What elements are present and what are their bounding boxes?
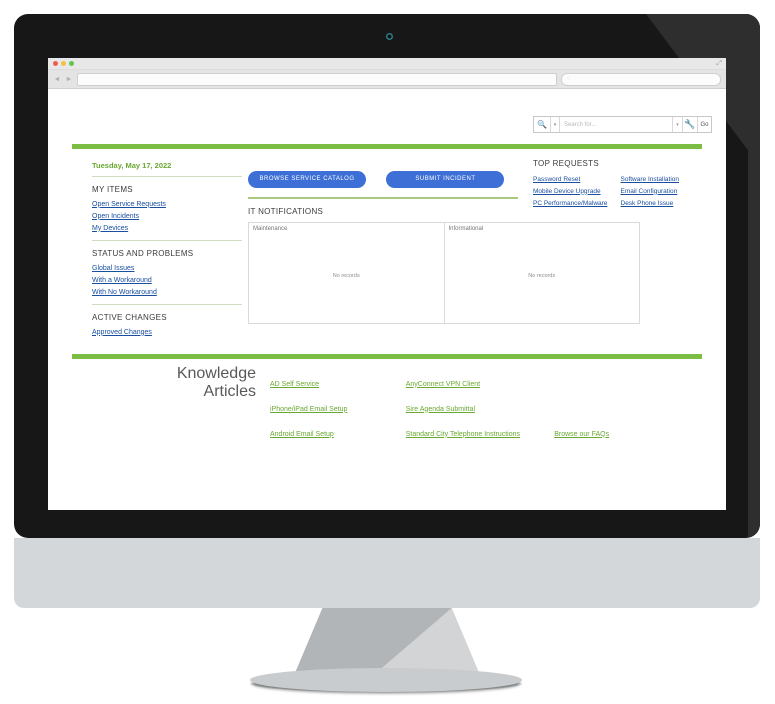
knowledge-title-line-2: Articles xyxy=(203,383,256,400)
sidebar-group-active-changes: ACTIVE CHANGES Approved Changes xyxy=(92,311,242,342)
kb-link-standard-city-telephone-instructions[interactable]: Standard City Telephone Instructions xyxy=(406,431,520,438)
knowledge-articles-title: Knowledge Articles xyxy=(158,365,256,401)
top-request-pc-performance-malware[interactable]: PC Performance/Malware xyxy=(533,197,621,209)
search-go-button[interactable]: Go xyxy=(698,117,711,132)
sidebar-item-my-devices[interactable]: My Devices xyxy=(92,222,242,234)
browser-toolbar: ◄ ► ◌ xyxy=(48,70,726,89)
minimize-icon[interactable] xyxy=(61,61,66,66)
notifications-column-informational: Informational No records xyxy=(445,223,640,323)
column-header: Informational xyxy=(448,226,484,232)
forward-arrow-icon[interactable]: ► xyxy=(65,76,73,83)
sidebar-divider xyxy=(92,304,242,305)
monitor-chin xyxy=(14,538,760,608)
top-green-divider xyxy=(72,144,702,149)
column-header: Maintenance xyxy=(253,226,288,232)
site-search-widget: 🔍 ▾ Search for... ▾ 🔧 Go xyxy=(533,116,712,133)
search-scope-chevron-down-icon[interactable]: ▾ xyxy=(551,117,560,132)
it-notifications-title: IT NOTIFICATIONS xyxy=(248,207,324,216)
sidebar-divider xyxy=(92,240,242,241)
empty-state-text: No records xyxy=(528,273,556,279)
notifications-divider xyxy=(248,197,518,199)
sidebar-item-open-service-requests[interactable]: Open Service Requests xyxy=(92,198,242,210)
sidebar-heading: STATUS AND PROBLEMS xyxy=(92,249,194,258)
kb-link-sire-agenda-submittal[interactable]: Sire Agenda Submittal xyxy=(406,406,475,413)
top-requests-section: TOP REQUESTS Password Reset Mobile Devic… xyxy=(533,159,708,209)
kb-link-android-email-setup[interactable]: Android Email Setup xyxy=(270,431,334,438)
browser-titlebar: ⤢ xyxy=(48,58,726,70)
sidebar-item-global-issues[interactable]: Global Issues xyxy=(92,262,242,274)
sidebar-group-status-and-problems: STATUS AND PROBLEMS Global Issues With a… xyxy=(92,247,242,302)
top-request-password-reset[interactable]: Password Reset xyxy=(533,173,621,185)
browse-service-catalog-button[interactable]: BROWSE SERVICE CATALOG xyxy=(248,170,366,188)
sidebar-item-open-incidents[interactable]: Open Incidents xyxy=(92,210,242,222)
top-requests-column-right: Software Installation Email Configuratio… xyxy=(621,173,709,209)
sidebar-group-my-items: MY ITEMS Open Service Requests Open Inci… xyxy=(92,183,242,238)
wrench-icon[interactable]: 🔧 xyxy=(683,117,698,132)
knowledge-row: iPhone/iPad Email Setup Sire Agenda Subm… xyxy=(270,394,690,419)
top-request-email-configuration[interactable]: Email Configuration xyxy=(621,185,709,197)
webcam-icon xyxy=(386,33,393,40)
top-requests-column-left: Password Reset Mobile Device Upgrade PC … xyxy=(533,173,621,209)
sidebar-heading: ACTIVE CHANGES xyxy=(92,313,167,322)
portal-page: 🔍 ▾ Search for... ▾ 🔧 Go Tuesday, May 17… xyxy=(48,89,726,510)
search-input[interactable]: Search for... xyxy=(560,117,673,132)
notifications-column-maintenance: Maintenance No records xyxy=(249,223,445,323)
monitor-base xyxy=(250,668,522,692)
top-request-software-installation[interactable]: Software Installation xyxy=(621,173,709,185)
back-arrow-icon[interactable]: ◄ xyxy=(53,76,61,83)
knowledge-row: AD Self Service AnyConnect VPN Client xyxy=(270,369,690,394)
close-icon[interactable] xyxy=(53,61,58,66)
sidebar-item-with-a-workaround[interactable]: With a Workaround xyxy=(92,274,242,286)
it-notifications-panel: Maintenance No records Informational No … xyxy=(248,222,640,324)
screenshot-stage: ⤢ ◄ ► ◌ 🔍 ▾ Search for... ▾ 🔧 Go Tuesday… xyxy=(0,0,775,704)
knowledge-row: Android Email Setup Standard City Teleph… xyxy=(270,419,690,444)
browser-search-input[interactable]: ◌ xyxy=(561,72,721,86)
knowledge-articles-grid: AD Self Service AnyConnect VPN Client iP… xyxy=(270,369,690,444)
search-icon: ◌ xyxy=(567,76,571,82)
search-history-chevron-down-icon[interactable]: ▾ xyxy=(673,117,683,132)
bottom-green-divider xyxy=(72,354,702,359)
browser-window: ⤢ ◄ ► ◌ 🔍 ▾ Search for... ▾ 🔧 Go Tuesday… xyxy=(48,58,726,510)
action-button-row: BROWSE SERVICE CATALOG SUBMIT INCIDENT xyxy=(248,167,518,188)
sidebar-item-approved-changes[interactable]: Approved Changes xyxy=(92,326,242,338)
maximize-icon[interactable] xyxy=(69,61,74,66)
resize-handle-icon[interactable]: ⤢ xyxy=(716,59,722,68)
kb-link-ad-self-service[interactable]: AD Self Service xyxy=(270,381,319,388)
top-request-desk-phone-issue[interactable]: Desk Phone Issue xyxy=(621,197,709,209)
top-requests-heading: TOP REQUESTS xyxy=(533,159,599,168)
top-request-mobile-device-upgrade[interactable]: Mobile Device Upgrade xyxy=(533,185,621,197)
kb-link-iphone-ipad-email-setup[interactable]: iPhone/iPad Email Setup xyxy=(270,406,347,413)
sidebar-divider xyxy=(92,176,242,177)
submit-incident-button[interactable]: SUBMIT INCIDENT xyxy=(386,170,505,188)
kb-link-anyconnect-vpn-client[interactable]: AnyConnect VPN Client xyxy=(406,381,480,388)
browser-viewport: 🔍 ▾ Search for... ▾ 🔧 Go Tuesday, May 17… xyxy=(48,89,726,510)
sidebar: Tuesday, May 17, 2022 MY ITEMS Open Serv… xyxy=(92,161,242,342)
current-date: Tuesday, May 17, 2022 xyxy=(92,161,172,170)
empty-state-text: No records xyxy=(332,273,360,279)
sidebar-heading: MY ITEMS xyxy=(92,185,133,194)
knowledge-title-line-1: Knowledge xyxy=(176,365,256,382)
url-input[interactable] xyxy=(77,72,557,86)
kb-link-browse-our-faqs[interactable]: Browse our FAQs xyxy=(554,431,609,438)
sidebar-item-with-no-workaround[interactable]: With No Workaround xyxy=(92,286,242,298)
search-icon[interactable]: 🔍 xyxy=(534,117,551,132)
